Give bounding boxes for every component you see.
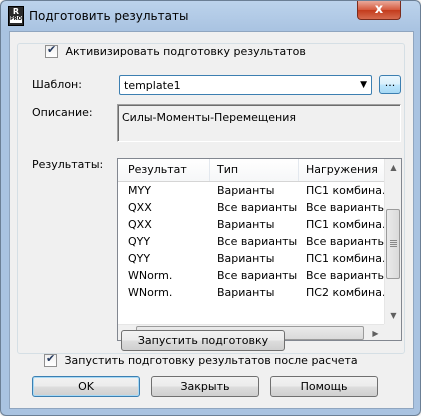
window-title: Подготовить результаты: [29, 9, 189, 23]
chevron-down-icon: ▼: [360, 80, 367, 90]
description-value: Силы-Моменты-Перемещения: [122, 111, 296, 124]
table-row[interactable]: MYY Варианты ПС1 комбина..: [118, 182, 389, 199]
cell-result: QYY: [128, 252, 151, 265]
app-icon-letter: R: [12, 7, 20, 16]
close-icon: x: [374, 2, 384, 17]
table-row[interactable]: WNorm. Варианты ПС2 комбина..: [118, 284, 389, 301]
browse-label: ...: [384, 76, 396, 89]
activate-option[interactable]: ✔ Активизировать подготовку результатов: [45, 42, 306, 58]
dialog-window: R PRO Подготовить результаты x ✔ Активиз…: [0, 0, 421, 416]
results-label: Результаты:: [32, 158, 104, 171]
results-list[interactable]: Результат Тип Нагружения MYY Варианты ПС…: [117, 158, 402, 341]
table-row[interactable]: QXX Варианты ПС1 комбина..: [118, 216, 389, 233]
activate-label[interactable]: Активизировать подготовку результатов: [66, 45, 306, 58]
cell-type: Варианты: [217, 252, 275, 265]
run-preparation-label: Запустить подготовку: [137, 334, 269, 347]
column-header-result[interactable]: Результат: [128, 163, 187, 176]
cell-result: QXX: [128, 201, 152, 214]
cell-result: WNorm.: [128, 286, 173, 299]
column-header-type[interactable]: Тип: [217, 163, 238, 176]
close-label: Закрыть: [180, 380, 230, 393]
cell-loads: ПС1 комбина..: [306, 252, 389, 265]
checkmark-icon: ✔: [46, 351, 56, 365]
cell-type: Все варианты: [217, 269, 298, 282]
template-value: template1: [124, 79, 181, 92]
close-button[interactable]: Закрыть: [151, 376, 259, 397]
cell-loads: ПС1 комбина..: [306, 218, 389, 231]
table-row[interactable]: WNorm. Все варианты Все варианты: [118, 267, 387, 284]
template-select[interactable]: template1 ▼: [119, 75, 372, 95]
cell-result: MYY: [128, 184, 151, 197]
ok-button[interactable]: OK: [32, 376, 140, 397]
vertical-scroll-thumb[interactable]: [386, 209, 400, 279]
activate-checkbox[interactable]: ✔: [45, 42, 58, 58]
table-row[interactable]: QYY Варианты ПС1 комбина..: [118, 250, 389, 267]
vertical-scrollbar[interactable]: ▲ ▼: [384, 159, 401, 324]
template-label: Шаблон:: [32, 78, 82, 91]
help-label: Помощь: [300, 380, 348, 393]
cell-type: Варианты: [217, 218, 275, 231]
browse-template-button[interactable]: ...: [379, 75, 401, 94]
table-row[interactable]: QYY Все варианты Все варианты: [118, 233, 387, 250]
help-button[interactable]: Помощь: [270, 376, 378, 397]
checkmark-icon: ✔: [47, 42, 57, 56]
scroll-down-icon[interactable]: ▼: [385, 307, 401, 324]
cell-result: WNorm.: [128, 269, 173, 282]
description-field: Силы-Моменты-Перемещения: [117, 104, 401, 142]
title-bar[interactable]: R PRO Подготовить результаты x: [1, 1, 420, 31]
scrollbar-corner: [384, 324, 401, 340]
cell-type: Варианты: [217, 286, 275, 299]
cell-loads: Все варианты: [306, 235, 387, 248]
scroll-up-icon[interactable]: ▲: [385, 159, 401, 176]
run-after-label[interactable]: Запустить подготовку результатов после р…: [65, 354, 358, 367]
scroll-right-icon[interactable]: ▶: [367, 325, 384, 340]
table-row[interactable]: QXX Все варианты Все варианты: [118, 199, 387, 216]
column-separator[interactable]: [209, 159, 210, 181]
app-icon: R PRO: [8, 6, 24, 26]
grip-icon: [390, 240, 397, 247]
cell-result: QXX: [128, 218, 152, 231]
cell-type: Все варианты: [217, 235, 298, 248]
close-window-button[interactable]: x: [357, 1, 401, 20]
run-after-checkbox[interactable]: ✔: [44, 351, 57, 367]
app-icon-sub: PRO: [10, 16, 22, 23]
cell-type: Варианты: [217, 184, 275, 197]
cell-type: Все варианты: [217, 201, 298, 214]
options-group: ✔ Активизировать подготовку результатов …: [17, 43, 405, 354]
cell-loads: Все варианты: [306, 201, 387, 214]
column-header-loads[interactable]: Нагружения: [306, 163, 378, 176]
results-list-header: Результат Тип Нагружения: [118, 159, 385, 182]
run-after-option[interactable]: ✔ Запустить подготовку результатов после…: [44, 351, 358, 367]
column-separator[interactable]: [298, 159, 299, 181]
cell-loads: Все варианты: [306, 269, 387, 282]
cell-loads: ПС1 комбина..: [306, 184, 389, 197]
cell-loads: ПС2 комбина..: [306, 286, 389, 299]
cell-result: QYY: [128, 235, 151, 248]
ok-label: OK: [78, 380, 94, 393]
run-preparation-button[interactable]: Запустить подготовку: [121, 330, 285, 351]
description-label: Описание:: [32, 106, 93, 119]
dialog-client-area: ✔ Активизировать подготовку результатов …: [9, 31, 414, 409]
